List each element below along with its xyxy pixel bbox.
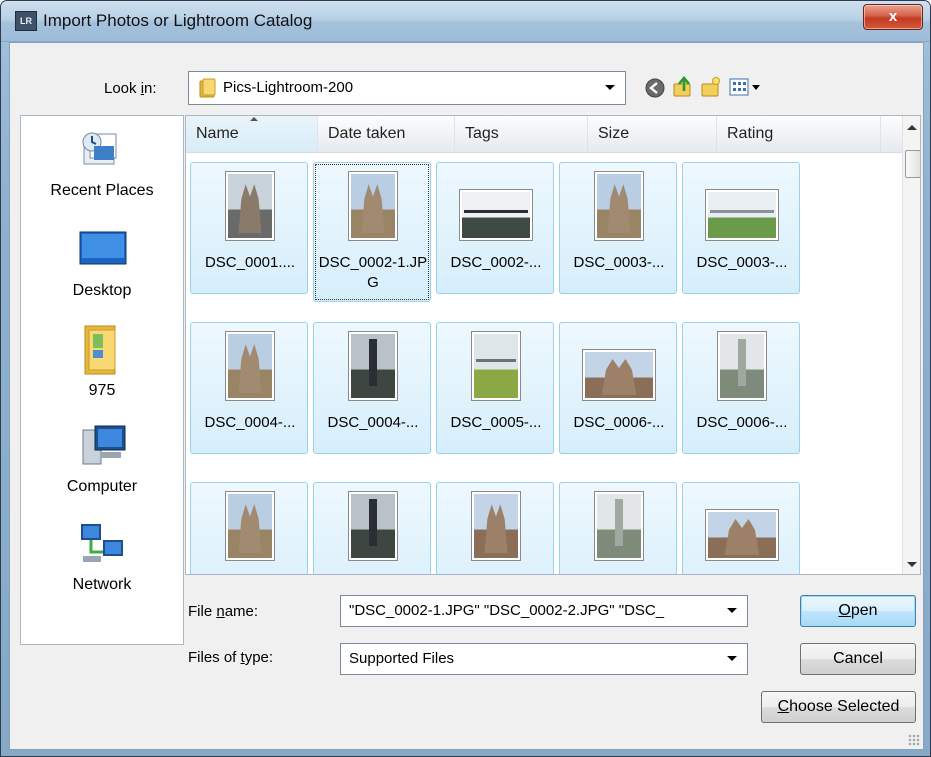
choose-selected-button[interactable]: Choose Selected (761, 691, 916, 723)
file-thumbnail[interactable]: DSC_0008- (559, 482, 678, 574)
title-bar[interactable]: LR Import Photos or Lightroom Catalog x (1, 1, 930, 42)
file-name-label: DSC_0005-... (450, 414, 542, 431)
photo-thumbnail (225, 491, 275, 561)
file-name-label: DSC_0002-1.JPG (318, 254, 428, 291)
recent-places-icon (82, 132, 117, 165)
scroll-up-icon[interactable] (907, 125, 917, 130)
place-label: Desktop (72, 282, 132, 299)
places-bar: Recent Places Desktop 975 Computer Netwo… (20, 115, 184, 645)
column-header-row: Name Date taken Tags Size Rating (186, 116, 902, 153)
computer-icon (82, 425, 126, 465)
photo-thumbnail (459, 189, 533, 241)
photo-thumbnail (705, 509, 779, 561)
column-size[interactable]: Size (588, 116, 717, 152)
files-of-type-value: Supported Files (349, 650, 455, 667)
file-thumbnail[interactable]: DSC_0009- (682, 482, 801, 574)
desktop-icon (79, 231, 127, 265)
folder-icon (199, 78, 216, 98)
files-of-type-label: Files of type: (188, 649, 274, 666)
file-name-label: DSC_0002-... (450, 254, 542, 271)
back-icon[interactable] (644, 77, 666, 99)
column-tags[interactable]: Tags (455, 116, 588, 152)
file-name-label: DSC_0008- (560, 573, 678, 574)
place-label: Computer (66, 478, 138, 495)
look-in-label: Look in: (104, 80, 157, 97)
dialog-window: LR Import Photos or Lightroom Catalog x … (0, 0, 931, 757)
up-folder-icon[interactable] (672, 76, 694, 98)
file-thumbnail[interactable]: DSC_0004-... (190, 322, 308, 454)
open-button[interactable]: Open (800, 595, 916, 627)
file-name-input[interactable]: "DSC_0002-1.JPG" "DSC_0002-2.JPG" "DSC_ (340, 595, 748, 627)
chevron-down-icon[interactable] (727, 608, 737, 613)
look-in-dropdown[interactable]: Pics-Lightroom-200 (188, 71, 626, 105)
photo-thumbnail (717, 331, 767, 401)
cancel-button[interactable]: Cancel (800, 643, 916, 675)
file-thumbnail[interactable]: DSC_0006-... (682, 322, 800, 454)
lightroom-logo-icon: LR (15, 11, 37, 31)
file-name-label: DSC_0007- (314, 573, 432, 574)
file-name-value: "DSC_0002-1.JPG" "DSC_0002-2.JPG" "DSC_ (349, 602, 665, 619)
photo-thumbnail (348, 491, 398, 561)
file-thumbnail[interactable]: DSC_0004-... (313, 322, 431, 454)
network-icon (81, 524, 123, 562)
file-name-label: DSC_0003-... (573, 254, 665, 271)
photo-thumbnail (594, 171, 644, 241)
file-list[interactable]: Name Date taken Tags Size Rating DSC_000… (185, 115, 921, 575)
photo-thumbnail (705, 189, 779, 241)
file-thumbnail[interactable]: DSC_0003-... (682, 162, 800, 294)
photo-thumbnail (348, 171, 398, 241)
photo-thumbnail (225, 171, 275, 241)
file-name-label: DSC_0009- (683, 573, 801, 574)
photo-thumbnail (225, 331, 275, 401)
chevron-down-icon (605, 85, 615, 90)
file-thumbnail[interactable]: DSC_0002-... (436, 162, 554, 294)
file-thumbnail[interactable]: DSC_0005-... (436, 322, 554, 454)
dialog-body: Look in: Pics-Lightroom-200 Recent Place… (9, 42, 924, 750)
views-menu-icon[interactable] (728, 76, 762, 98)
column-name[interactable]: Name (186, 116, 318, 152)
file-name-label: DSC_0006-... (696, 414, 788, 431)
photo-thumbnail (594, 491, 644, 561)
file-thumbnail[interactable]: DSC_0007- (190, 482, 309, 574)
file-name-label: File name: (188, 603, 259, 620)
file-name-label: DSC_0006-... (573, 414, 665, 431)
scrollbar-thumb[interactable] (905, 150, 920, 178)
file-name-label: DSC_0007- (191, 573, 309, 574)
file-name-label: DSC_0004-... (204, 414, 296, 431)
column-rating[interactable]: Rating (717, 116, 881, 152)
files-of-type-dropdown[interactable]: Supported Files (340, 643, 748, 675)
file-name-label: DSC_0004-... (327, 414, 419, 431)
place-label: Recent Places (50, 182, 154, 199)
chevron-down-icon (727, 656, 737, 661)
photo-thumbnail (471, 491, 521, 561)
new-folder-icon[interactable] (700, 76, 722, 98)
vertical-scrollbar[interactable] (902, 116, 920, 574)
place-label: 975 (88, 382, 116, 399)
file-thumbnail[interactable]: DSC_0007- (313, 482, 432, 574)
close-button[interactable]: x (863, 4, 923, 30)
file-name-label: DSC_0003-... (696, 254, 788, 271)
file-thumbnail[interactable]: DSC_0008- (436, 482, 555, 574)
scroll-down-icon[interactable] (907, 562, 917, 567)
place-label: Network (72, 576, 132, 593)
look-in-value: Pics-Lightroom-200 (223, 79, 354, 96)
file-name-label: DSC_0008- (437, 573, 555, 574)
photo-thumbnail (471, 331, 521, 401)
sort-ascending-icon (250, 117, 258, 121)
file-thumbnail[interactable]: DSC_0001.... (190, 162, 308, 294)
photo-thumbnail (348, 331, 398, 401)
resize-grip-icon[interactable] (908, 734, 920, 746)
photo-thumbnail (582, 349, 656, 401)
file-thumbnail[interactable]: DSC_0003-... (559, 162, 677, 294)
file-thumbnail[interactable]: DSC_0002-1.JPG (313, 162, 431, 302)
file-name-label: DSC_0001.... (204, 254, 296, 271)
column-date-taken[interactable]: Date taken (318, 116, 455, 152)
dialog-title: Import Photos or Lightroom Catalog (43, 11, 313, 30)
file-thumbnail[interactable]: DSC_0006-... (559, 322, 677, 454)
user-folder-icon (84, 325, 116, 375)
